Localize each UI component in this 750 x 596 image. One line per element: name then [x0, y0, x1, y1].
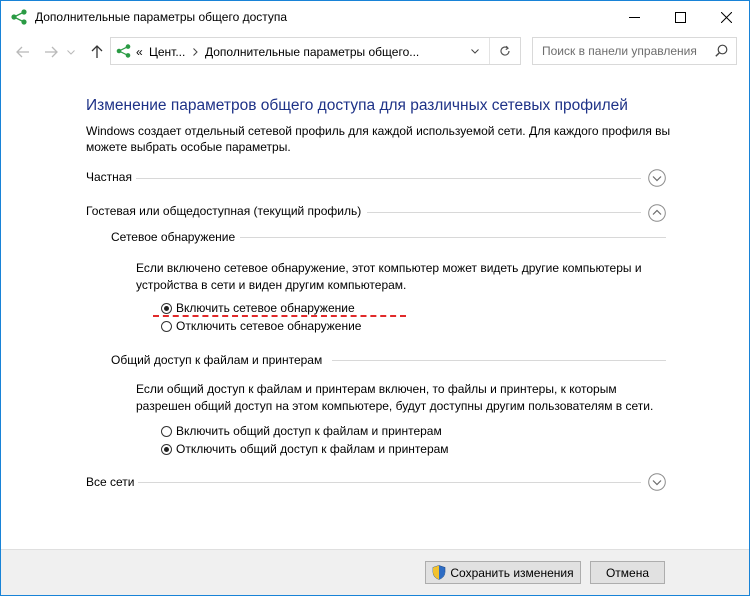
file-sharing-title: Общий доступ к файлам и принтерам [111, 353, 323, 367]
refresh-icon [500, 45, 510, 56]
back-button[interactable] [13, 42, 33, 62]
radio-button[interactable] [161, 320, 172, 332]
search-input[interactable] [533, 38, 712, 64]
profile-private-label[interactable]: Частная [86, 170, 132, 184]
file-sharing-on-option[interactable]: Включить общий доступ к файлам и принтер… [161, 424, 442, 438]
chevron-down-icon [67, 49, 75, 55]
search-icon[interactable] [715, 44, 728, 57]
minimize-icon [628, 16, 640, 18]
window: Дополнительные параметры общего доступа [0, 0, 750, 596]
recent-locations-button[interactable] [65, 42, 77, 62]
uac-shield-icon [433, 565, 446, 580]
navigation-bar: « Цент... Дополнительные параметры общег… [1, 34, 749, 72]
network-discovery-on-option[interactable]: Включить сетевое обнаружение [161, 301, 355, 315]
expand-chevron-down-icon[interactable] [648, 169, 666, 187]
save-changes-label: Сохранить изменения [450, 565, 574, 580]
expand-chevron-down-icon[interactable] [648, 473, 666, 491]
radio-button[interactable] [161, 425, 172, 437]
address-bar[interactable]: « Цент... Дополнительные параметры общег… [110, 37, 521, 65]
title-bar: Дополнительные параметры общего доступа [1, 1, 749, 33]
divider [138, 482, 641, 483]
close-icon [720, 11, 732, 23]
file-sharing-off-option[interactable]: Отключить общий доступ к файлам и принте… [161, 442, 449, 456]
divider [367, 212, 641, 213]
collapse-chevron-up-icon[interactable] [648, 204, 666, 222]
footer-bar: Сохранить изменения Отмена [1, 549, 749, 595]
file-sharing-on-label[interactable]: Включить общий доступ к файлам и принтер… [176, 424, 442, 438]
forward-button[interactable] [41, 42, 61, 62]
divider [136, 178, 641, 179]
breadcrumb-overflow[interactable]: « [136, 45, 143, 59]
arrow-right-icon [45, 46, 58, 58]
annotation-underline [153, 315, 406, 317]
minimize-button[interactable] [611, 1, 657, 33]
page-description: Windows создает отдельный сетевой профил… [86, 124, 671, 154]
network-icon [11, 9, 27, 25]
divider [332, 360, 666, 361]
save-changes-button[interactable]: Сохранить изменения [425, 561, 581, 584]
cancel-button[interactable]: Отмена [590, 561, 665, 584]
network-discovery-text: Если включено сетевое обнаружение, этот … [136, 261, 642, 292]
refresh-button[interactable] [489, 38, 520, 64]
address-dropdown-button[interactable] [464, 38, 486, 64]
network-discovery-off-label[interactable]: Отключить сетевое обнаружение [176, 319, 361, 333]
network-discovery-on-label[interactable]: Включить сетевое обнаружение [176, 301, 355, 315]
network-discovery-title: Сетевое обнаружение [111, 230, 236, 244]
divider [240, 237, 666, 238]
arrow-up-icon [91, 45, 103, 58]
file-sharing-text: Если общий доступ к файлам и принтерам в… [136, 382, 654, 413]
breadcrumb-advanced-sharing[interactable]: Дополнительные параметры общего... [205, 45, 419, 59]
close-button[interactable] [703, 1, 749, 33]
up-button[interactable] [87, 42, 107, 62]
maximize-button[interactable] [657, 1, 703, 33]
radio-button-checked[interactable] [161, 443, 172, 455]
profile-guest-label[interactable]: Гостевая или общедоступная (текущий проф… [86, 204, 361, 218]
arrow-left-icon [16, 46, 29, 58]
breadcrumb-network-center[interactable]: Цент... [149, 45, 185, 59]
page-title: Изменение параметров общего доступа для … [86, 97, 628, 114]
network-discovery-off-option[interactable]: Отключить сетевое обнаружение [161, 319, 361, 333]
search-box[interactable] [532, 37, 737, 65]
maximize-icon [674, 11, 686, 23]
file-sharing-off-label[interactable]: Отключить общий доступ к файлам и принте… [176, 442, 449, 456]
chevron-down-icon [471, 48, 479, 54]
window-title: Дополнительные параметры общего доступа [35, 10, 288, 24]
chevron-right-icon [193, 48, 198, 56]
radio-button-checked[interactable] [161, 302, 172, 314]
profile-all-networks-label[interactable]: Все сети [86, 475, 135, 489]
cancel-label: Отмена [605, 565, 650, 580]
network-icon [116, 44, 131, 58]
